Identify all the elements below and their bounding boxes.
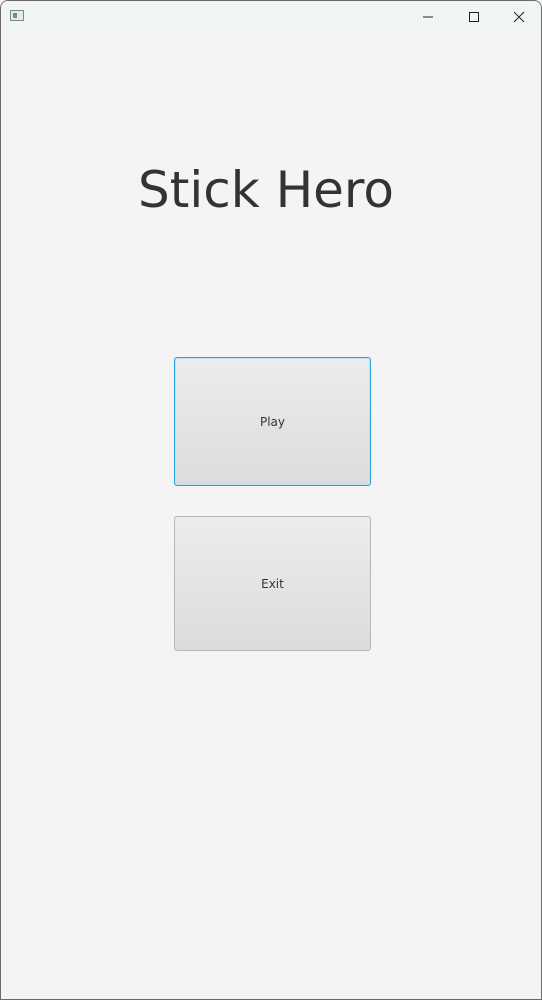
game-title: Stick Hero xyxy=(138,161,394,219)
exit-button[interactable]: Exit xyxy=(174,516,371,651)
close-icon xyxy=(513,11,525,23)
play-button-label: Play xyxy=(259,414,286,429)
exit-button-label: Exit xyxy=(261,576,284,591)
maximize-icon xyxy=(469,12,479,22)
close-button[interactable] xyxy=(496,1,541,33)
play-button[interactable]: Play xyxy=(174,357,371,486)
app-icon xyxy=(10,10,24,21)
window-titlebar[interactable] xyxy=(1,1,541,33)
minimize-icon xyxy=(423,16,433,18)
maximize-button[interactable] xyxy=(451,1,497,33)
app-window: Stick Hero Play Exit xyxy=(0,0,542,1000)
minimize-button[interactable] xyxy=(405,1,451,33)
